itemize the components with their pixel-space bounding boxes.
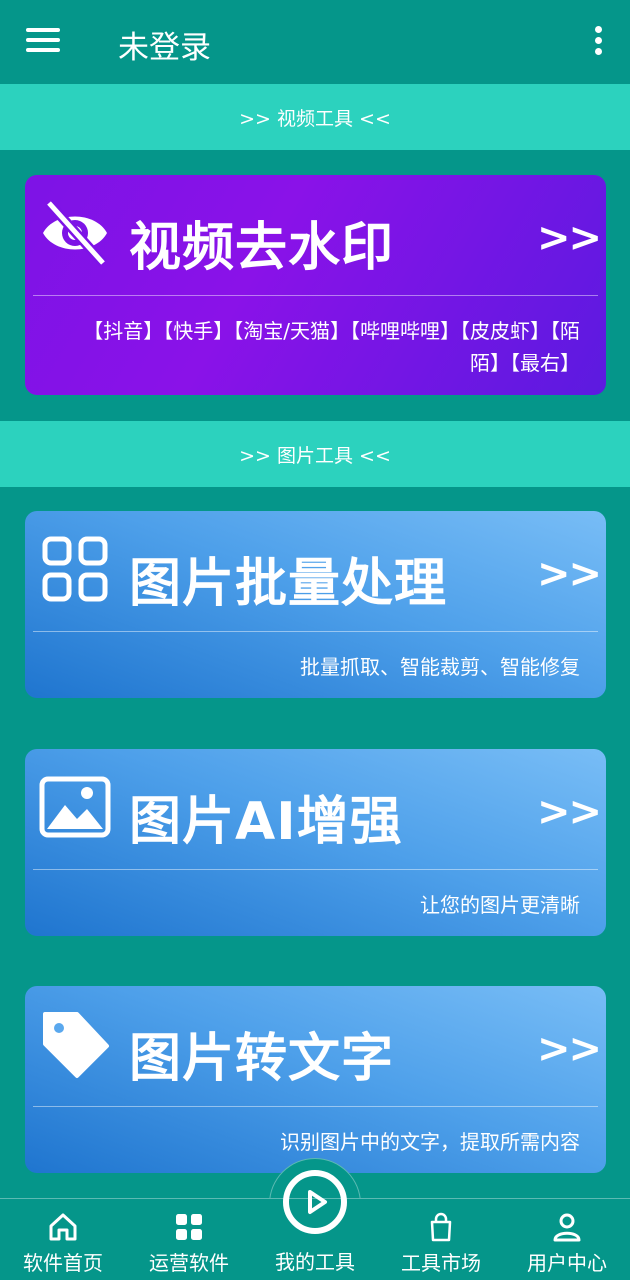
nav-label-my-tools[interactable]: 我的工具 [253,1246,377,1275]
card-title: 图片转文字 [129,1029,395,1089]
nav-item-operations[interactable]: 运营软件 [126,1199,252,1280]
user-icon [553,1213,581,1242]
divider [33,1106,598,1107]
card-subtitle: 让您的图片更清晰 [420,893,580,917]
page-title: 未登录 [118,30,211,66]
card-title: 图片AI增强 [129,792,403,852]
image-icon [39,776,111,838]
card-subtitle: 【抖音】【快手】【淘宝/天猫】【哔哩哔哩】【皮皮虾】【陌陌】【最右】 [83,319,580,375]
tag-icon [43,1012,109,1078]
app-bar: 未登录 [0,0,630,84]
card-video-watermark-remove[interactable]: 视频去水印 >> 【抖音】【快手】【淘宝/天猫】【哔哩哔哩】【皮皮虾】【陌陌】【… [25,175,606,395]
shopping-bag-icon [430,1212,452,1242]
divider [33,295,598,296]
divider [33,631,598,632]
eye-off-icon [43,199,107,267]
card-title: 图片批量处理 [129,554,448,614]
card-subtitle: 识别图片中的文字，提取所需内容 [280,1130,580,1154]
menu-icon[interactable] [26,28,66,56]
card-title: 视频去水印 [129,218,395,278]
card-subtitle: 批量抓取、智能裁剪、智能修复 [300,655,580,679]
section-header-image-tools: >> 图片工具 << [0,421,630,487]
nav-item-my-tools[interactable] [283,1170,347,1234]
apps-icon [176,1214,202,1240]
card-image-batch-process[interactable]: 图片批量处理 >> 批量抓取、智能裁剪、智能修复 [25,511,606,698]
nav-label: 运营软件 [149,1251,229,1275]
play-circle-icon [308,1190,327,1214]
nav-label: 软件首页 [23,1251,103,1275]
card-image-ai-enhance[interactable]: 图片AI增强 >> 让您的图片更清晰 [25,749,606,936]
section-header-video-tools: >> 视频工具 << [0,84,630,150]
nav-label: 用户中心 [527,1251,607,1275]
chevron-right-icon: >> [536,789,602,835]
grid-icon [42,536,108,602]
more-vert-icon[interactable] [592,26,604,58]
home-icon [49,1213,77,1241]
nav-item-user-center[interactable]: 用户中心 [504,1199,630,1280]
card-image-to-text[interactable]: 图片转文字 >> 识别图片中的文字，提取所需内容 [25,986,606,1173]
nav-item-home[interactable]: 软件首页 [0,1199,126,1280]
chevron-right-icon: >> [536,551,602,597]
nav-label: 工具市场 [401,1251,481,1275]
chevron-right-icon: >> [536,1026,602,1072]
nav-item-tool-market[interactable]: 工具市场 [378,1199,504,1280]
chevron-right-icon: >> [536,215,602,261]
divider [33,869,598,870]
